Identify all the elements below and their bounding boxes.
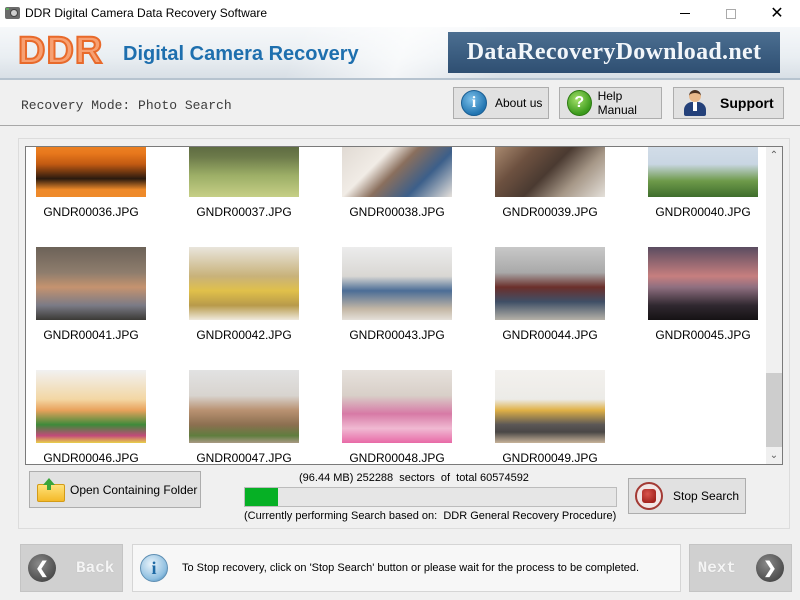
header-divider bbox=[0, 125, 800, 126]
thumbnail-filename: GNDR00036.JPG bbox=[43, 205, 139, 219]
thumbnail-gallery[interactable]: GNDR00036.JPG GNDR00037.JPG GNDR00038.JPG G… bbox=[25, 146, 783, 465]
thumbnail-tile[interactable]: GNDR00041.JPG bbox=[26, 247, 156, 362]
product-name: Digital Camera Recovery bbox=[123, 43, 359, 65]
website-badge: DataRecoveryDownload.net bbox=[448, 32, 780, 73]
support-label: Support bbox=[720, 95, 774, 111]
thumbnail-tile[interactable]: GNDR00038.JPG bbox=[332, 147, 462, 239]
folder-open-icon bbox=[37, 477, 65, 502]
app-window: DDR Digital Camera Data Recovery Softwar… bbox=[0, 0, 800, 600]
close-button[interactable]: ✕ bbox=[754, 0, 800, 27]
open-folder-label: Open Containing Folder bbox=[70, 482, 198, 497]
close-icon: ✕ bbox=[770, 4, 784, 22]
about-us-button[interactable]: i About us bbox=[453, 87, 549, 119]
thumbnail-image[interactable] bbox=[189, 147, 299, 197]
thumbnail-filename: GNDR00049.JPG bbox=[502, 451, 598, 465]
next-button[interactable]: Next ❯ bbox=[689, 544, 792, 592]
help-manual-label: Help Manual bbox=[597, 89, 637, 117]
chevron-right-icon: ❯ bbox=[756, 554, 784, 582]
thumbnail-image[interactable] bbox=[36, 370, 146, 443]
thumbnail-filename: GNDR00042.JPG bbox=[196, 328, 292, 342]
thumbnail-image[interactable] bbox=[342, 370, 452, 443]
thumbnail-filename: GNDR00039.JPG bbox=[502, 205, 598, 219]
thumbnail-tile[interactable]: GNDR00036.JPG bbox=[26, 147, 156, 239]
minimize-icon bbox=[680, 13, 690, 14]
thumbnail-tile[interactable]: GNDR00046.JPG bbox=[26, 370, 156, 465]
chevron-down-icon: ⌄ bbox=[769, 450, 779, 461]
open-containing-folder-button[interactable]: Open Containing Folder bbox=[29, 471, 201, 508]
thumbnail-filename: GNDR00048.JPG bbox=[349, 451, 445, 465]
title-bar: DDR Digital Camera Data Recovery Softwar… bbox=[0, 0, 800, 27]
help-icon: ? bbox=[567, 90, 592, 116]
thumbnail-filename: GNDR00040.JPG bbox=[655, 205, 751, 219]
thumbnail-image[interactable] bbox=[495, 370, 605, 443]
maximize-button[interactable] bbox=[708, 0, 754, 27]
recovery-mode-label: Recovery Mode: Photo Search bbox=[21, 98, 232, 113]
thumbnail-tile[interactable]: GNDR00042.JPG bbox=[179, 247, 309, 362]
header-banner: DDR Digital Camera Recovery DataRecovery… bbox=[0, 27, 800, 80]
thumbnail-filename: GNDR00044.JPG bbox=[502, 328, 598, 342]
search-progress-bar bbox=[244, 487, 617, 507]
thumbnail-tile[interactable]: GNDR00047.JPG bbox=[179, 370, 309, 465]
thumbnail-filename: GNDR00046.JPG bbox=[43, 451, 139, 465]
scroll-down-button[interactable]: ⌄ bbox=[766, 447, 782, 464]
thumbnail-filename: GNDR00043.JPG bbox=[349, 328, 445, 342]
back-button[interactable]: ❮ Back bbox=[20, 544, 123, 592]
thumbnail-filename: GNDR00041.JPG bbox=[43, 328, 139, 342]
stop-search-label: Stop Search bbox=[673, 489, 740, 503]
thumbnail-image[interactable] bbox=[189, 370, 299, 443]
status-message: To Stop recovery, click on 'Stop Search'… bbox=[182, 562, 640, 574]
support-button[interactable]: Support bbox=[673, 87, 784, 119]
scrollbar-thumb[interactable] bbox=[766, 373, 782, 447]
back-label: Back bbox=[76, 559, 115, 577]
vertical-scrollbar[interactable]: ⌃ ⌄ bbox=[766, 147, 782, 464]
help-manual-button[interactable]: ? Help Manual bbox=[559, 87, 662, 119]
website-text: DataRecoveryDownload.net bbox=[466, 39, 762, 65]
status-message-box: i To Stop recovery, click on 'Stop Searc… bbox=[132, 544, 681, 592]
thumbnail-tile[interactable]: GNDR00037.JPG bbox=[179, 147, 309, 239]
stop-search-button[interactable]: Stop Search bbox=[628, 478, 746, 514]
thumbnail-tile[interactable]: GNDR00039.JPG bbox=[485, 147, 615, 239]
window-title: DDR Digital Camera Data Recovery Softwar… bbox=[25, 6, 268, 20]
thumbnail-image[interactable] bbox=[495, 147, 605, 197]
support-person-icon bbox=[684, 90, 706, 116]
thumbnail-filename: GNDR00045.JPG bbox=[655, 328, 751, 342]
thumbnail-image[interactable] bbox=[648, 147, 758, 197]
chevron-up-icon: ⌃ bbox=[769, 150, 779, 161]
procedure-status: (Currently performing Search based on: D… bbox=[244, 510, 617, 522]
ddr-logo: DDR bbox=[17, 29, 104, 73]
maximize-icon bbox=[726, 8, 736, 19]
info-icon: i bbox=[461, 90, 487, 116]
progress-fill bbox=[245, 488, 279, 506]
thumbnail-image[interactable] bbox=[342, 247, 452, 320]
thumbnail-image[interactable] bbox=[36, 247, 146, 320]
thumbnail-image[interactable] bbox=[342, 147, 452, 197]
thumbnail-tile[interactable]: GNDR00043.JPG bbox=[332, 247, 462, 362]
thumbnail-tile[interactable]: GNDR00049.JPG bbox=[485, 370, 615, 465]
about-us-label: About us bbox=[495, 96, 543, 110]
thumbnail-tile[interactable]: GNDR00044.JPG bbox=[485, 247, 615, 362]
thumbnail-tile[interactable]: GNDR00040.JPG bbox=[638, 147, 768, 239]
thumbnail-tile[interactable]: GNDR00048.JPG bbox=[332, 370, 462, 465]
minimize-button[interactable] bbox=[662, 0, 708, 27]
camera-app-icon bbox=[5, 7, 20, 19]
next-label: Next bbox=[697, 559, 736, 577]
chevron-left-icon: ❮ bbox=[28, 554, 56, 582]
stop-icon bbox=[635, 482, 663, 510]
thumbnail-tile[interactable]: GNDR00045.JPG bbox=[638, 247, 768, 362]
sectors-status: (96.44 MB) 252288 sectors of total 60574… bbox=[299, 472, 529, 484]
thumbnail-filename: GNDR00037.JPG bbox=[196, 205, 292, 219]
thumbnail-filename: GNDR00047.JPG bbox=[196, 451, 292, 465]
thumbnail-image[interactable] bbox=[36, 147, 146, 197]
info-icon: i bbox=[140, 554, 168, 582]
thumbnail-image[interactable] bbox=[648, 247, 758, 320]
thumbnail-filename: GNDR00038.JPG bbox=[349, 205, 445, 219]
scroll-up-button[interactable]: ⌃ bbox=[766, 147, 782, 164]
thumbnail-image[interactable] bbox=[189, 247, 299, 320]
thumbnail-image[interactable] bbox=[495, 247, 605, 320]
